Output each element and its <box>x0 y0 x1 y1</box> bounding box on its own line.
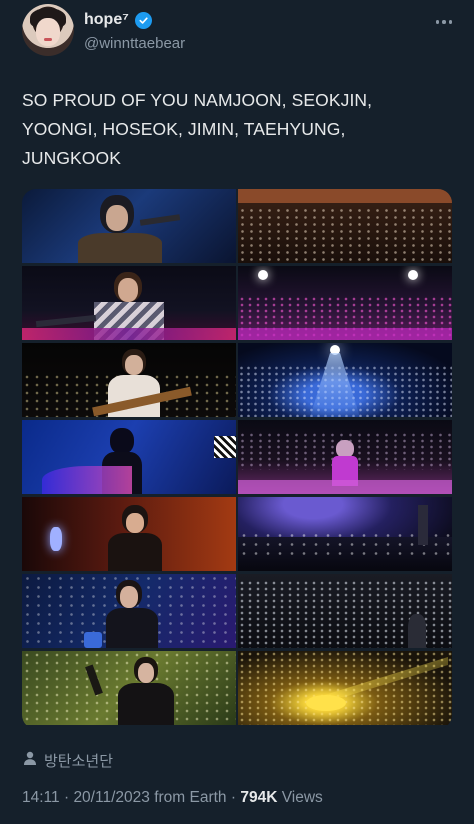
author-handle[interactable]: @winnttaebear <box>84 35 185 52</box>
separator: · <box>63 789 70 806</box>
place-name[interactable]: 방탄소년단 <box>44 750 113 771</box>
author-name-row[interactable]: hope⁷ <box>84 11 152 29</box>
more-icon[interactable] <box>432 12 456 32</box>
photo-singer-suit[interactable] <box>22 574 236 648</box>
tweet-header: hope⁷ @winnttaebear <box>22 4 460 60</box>
photo-crowd-stands[interactable] <box>238 189 452 263</box>
photo-arena-stage-lights[interactable] <box>238 266 452 340</box>
photo-crowd-silhouettes[interactable] <box>238 497 452 571</box>
tweet-source[interactable]: from Earth <box>154 789 226 806</box>
photo-singer-microphone[interactable] <box>22 189 236 263</box>
views-label: Views <box>281 789 323 806</box>
photo-spotlight-stage[interactable] <box>238 343 452 417</box>
photo-performer-pink-stage[interactable] <box>238 420 452 494</box>
photo-singer-argyle-vest[interactable] <box>22 266 236 340</box>
tweet-date[interactable]: 20/11/2023 <box>73 789 149 806</box>
place-tag[interactable]: 방탄소년단 <box>22 750 113 771</box>
separator: · <box>230 789 237 806</box>
verified-icon <box>134 11 152 29</box>
photo-singer-orange-light[interactable] <box>22 497 236 571</box>
tweet-time[interactable]: 14:11 <box>22 789 60 806</box>
photo-singer-leather-jacket[interactable] <box>22 651 236 725</box>
media-collage[interactable] <box>22 189 452 729</box>
photo-guitarist[interactable] <box>22 343 236 417</box>
tweet-meta: 14:11 · 20/11/2023 from Earth · 794K Vie… <box>22 789 323 807</box>
photo-performer-blue-light[interactable] <box>22 420 236 494</box>
photo-crowd-lightsticks[interactable] <box>238 574 452 648</box>
location-icon <box>22 750 38 771</box>
display-name[interactable]: hope⁷ <box>84 11 129 29</box>
views-count[interactable]: 794K <box>240 789 277 806</box>
photo-yellow-spotlights[interactable] <box>238 651 452 725</box>
avatar[interactable] <box>22 4 74 56</box>
tweet-text: SO PROUD OF YOU NAMJOON, SEOKJIN, YOONGI… <box>22 90 373 168</box>
